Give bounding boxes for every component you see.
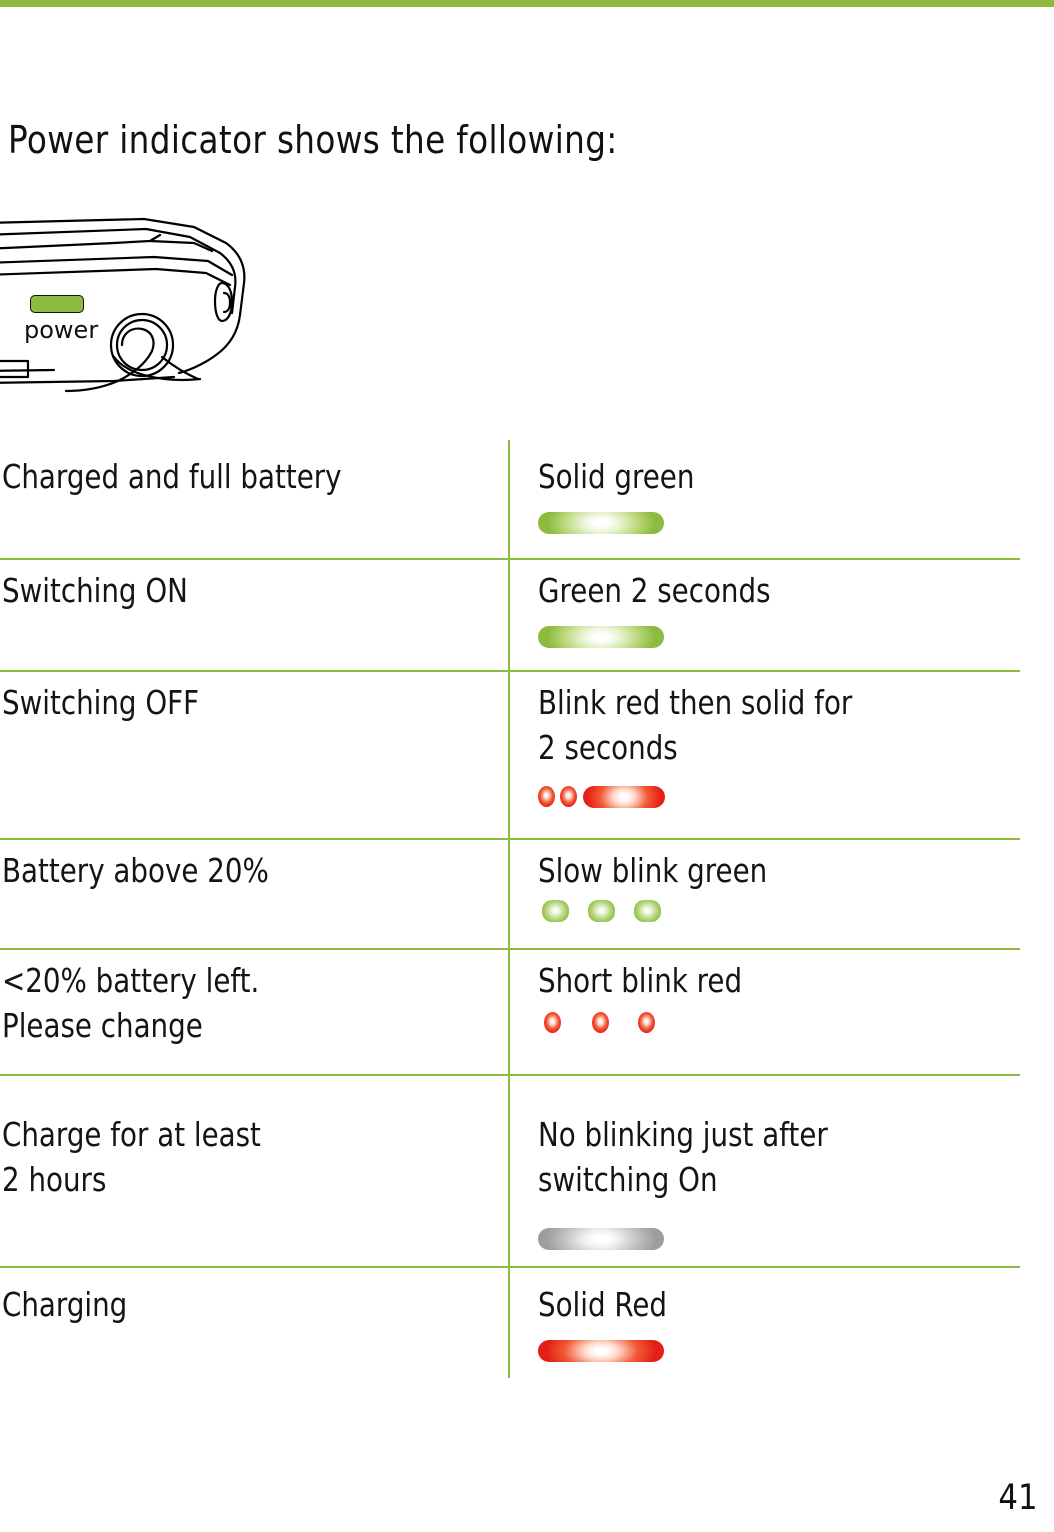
behaviour-line: Solid green [538, 457, 695, 496]
led-dot [638, 1012, 655, 1033]
led-oval [542, 900, 569, 922]
behaviour-cell: Slow blink green [538, 848, 1038, 893]
power-led-label: power [24, 316, 99, 344]
led-pill [583, 786, 665, 808]
condition-line: Please change [2, 1006, 203, 1045]
column-divider [508, 672, 510, 838]
column-divider [508, 1268, 510, 1378]
behaviour-line: 2 seconds [538, 728, 678, 767]
condition-cell: Charged and full battery [2, 454, 496, 499]
condition-line: Switching ON [2, 571, 188, 610]
led-pill [538, 512, 664, 534]
column-divider [508, 840, 510, 948]
row-rule [0, 1266, 1020, 1268]
led-oval [634, 900, 661, 922]
led-oval [588, 900, 615, 922]
behaviour-cell: Blink red then solid for 2 seconds [538, 680, 1038, 770]
led-dot [538, 786, 555, 807]
condition-line: Charging [2, 1285, 128, 1324]
column-divider [508, 1076, 510, 1266]
page-number: 41 [998, 1478, 1038, 1518]
led-pill [538, 1228, 664, 1250]
behaviour-line: Short blink red [538, 961, 743, 1000]
row-rule [0, 948, 1020, 950]
column-divider [508, 440, 510, 558]
behaviour-line: Blink red then solid for [538, 683, 853, 722]
row-rule [0, 558, 1020, 560]
row-rule [0, 670, 1020, 672]
row-rule [0, 838, 1020, 840]
behaviour-cell: No blinking just after switching On [538, 1112, 1038, 1202]
column-divider [508, 560, 510, 670]
led-pill [538, 626, 664, 648]
condition-line: 2 hours [2, 1160, 107, 1199]
condition-line: Battery above 20% [2, 851, 269, 890]
condition-cell: Battery above 20% [2, 848, 496, 893]
led-pill [538, 1340, 664, 1362]
condition-cell: Switching OFF [2, 680, 496, 725]
led-dot [544, 1012, 561, 1033]
condition-cell: Charge for at least 2 hours [2, 1112, 496, 1202]
condition-line: Charge for at least [2, 1115, 261, 1154]
behaviour-cell: Solid green [538, 454, 1038, 499]
condition-cell: Switching ON [2, 568, 496, 613]
column-divider [508, 950, 510, 1074]
behaviour-line: Green 2 seconds [538, 571, 771, 610]
behaviour-line: No blinking just after [538, 1115, 828, 1154]
top-accent-bar [0, 0, 1054, 7]
condition-cell: <20% battery left. Please change [2, 958, 496, 1048]
row-rule [0, 1074, 1020, 1076]
condition-line: Switching OFF [2, 683, 200, 722]
behaviour-line: switching On [538, 1160, 718, 1199]
condition-line: Charged and full battery [2, 457, 342, 496]
led-dot [560, 786, 577, 807]
condition-line: <20% battery left. [2, 961, 260, 1000]
behaviour-cell: Green 2 seconds [538, 568, 1038, 613]
device-power-led [30, 295, 84, 313]
behaviour-cell: Short blink red [538, 958, 1038, 1003]
condition-cell: Charging [2, 1282, 496, 1327]
led-dot [592, 1012, 609, 1033]
behaviour-line: Solid Red [538, 1285, 668, 1324]
behaviour-cell: Solid Red [538, 1282, 1038, 1327]
page-title: Power indicator shows the following: [8, 118, 618, 162]
behaviour-line: Slow blink green [538, 851, 768, 890]
